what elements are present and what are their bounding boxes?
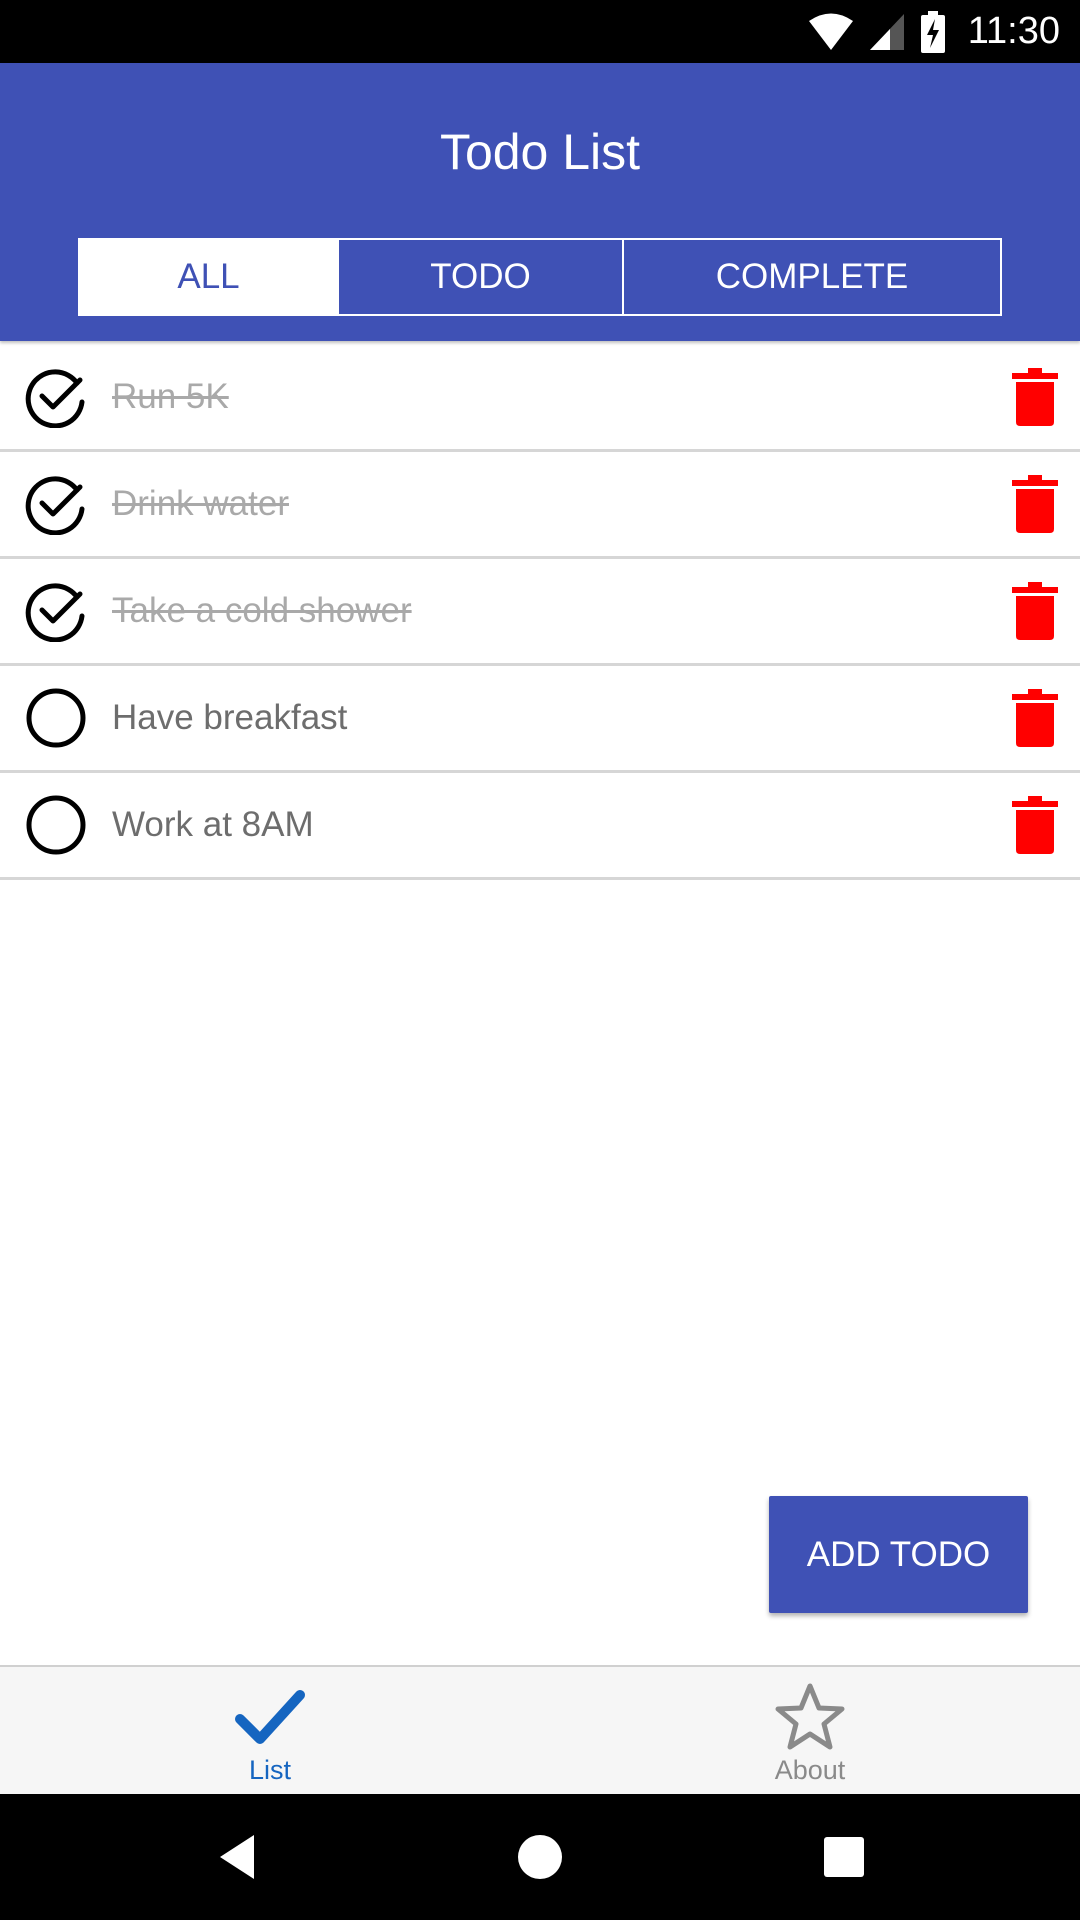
add-todo-button[interactable]: ADD TODO — [769, 1496, 1028, 1613]
trash-icon[interactable] — [1012, 796, 1058, 854]
app-bar: Todo List ALL TODO COMPLETE — [0, 63, 1080, 341]
tab-list-label: List — [248, 1755, 292, 1785]
tab-all[interactable]: ALL — [80, 240, 337, 314]
trash-icon[interactable] — [1012, 475, 1058, 533]
recents-icon[interactable] — [814, 1827, 874, 1887]
list-item: Drink water — [0, 452, 1080, 559]
list-item: Have breakfast — [0, 666, 1080, 773]
todo-text[interactable]: Take a cold shower — [112, 591, 412, 631]
filter-tabs: ALL TODO COMPLETE — [78, 238, 1002, 316]
bottom-tab-bar: List About — [0, 1665, 1080, 1794]
tab-todo[interactable]: TODO — [337, 240, 622, 314]
status-time: 11:30 — [967, 10, 1060, 52]
status-bar: 11:30 — [0, 0, 1080, 63]
signal-icon — [869, 13, 904, 50]
system-nav-bar — [0, 1794, 1080, 1920]
status-icons: 11:30 — [808, 0, 1060, 63]
battery-charging-icon — [920, 10, 945, 53]
check-icon — [235, 1690, 305, 1744]
star-icon — [775, 1683, 845, 1750]
app-screen: 11:30 Todo List ALL TODO COMPLETE Run 5K — [0, 0, 1080, 1920]
todo-text[interactable]: Run 5K — [112, 377, 229, 417]
list-item: Run 5K — [0, 345, 1080, 452]
trash-icon[interactable] — [1012, 582, 1058, 640]
todo-text[interactable]: Drink water — [112, 484, 289, 524]
back-icon[interactable] — [210, 1827, 270, 1887]
checked-circle-icon[interactable] — [25, 366, 87, 428]
tab-list[interactable]: List — [0, 1667, 540, 1794]
todo-text[interactable]: Have breakfast — [112, 698, 347, 738]
checked-circle-icon[interactable] — [25, 473, 87, 535]
unchecked-circle-icon[interactable] — [25, 794, 87, 856]
unchecked-circle-icon[interactable] — [25, 687, 87, 749]
list-item: Work at 8AM — [0, 773, 1080, 880]
wifi-icon — [808, 13, 853, 50]
checked-circle-icon[interactable] — [25, 580, 87, 642]
trash-icon[interactable] — [1012, 368, 1058, 426]
trash-icon[interactable] — [1012, 689, 1058, 747]
tab-complete[interactable]: COMPLETE — [622, 240, 1000, 314]
list-item: Take a cold shower — [0, 559, 1080, 666]
home-icon[interactable] — [510, 1827, 570, 1887]
tab-about[interactable]: About — [540, 1667, 1080, 1794]
todo-list: Run 5K Drink water Take a cold shower Ha… — [0, 345, 1080, 880]
todo-text[interactable]: Work at 8AM — [112, 805, 314, 845]
tab-about-label: About — [774, 1755, 846, 1785]
page-title: Todo List — [439, 124, 641, 180]
